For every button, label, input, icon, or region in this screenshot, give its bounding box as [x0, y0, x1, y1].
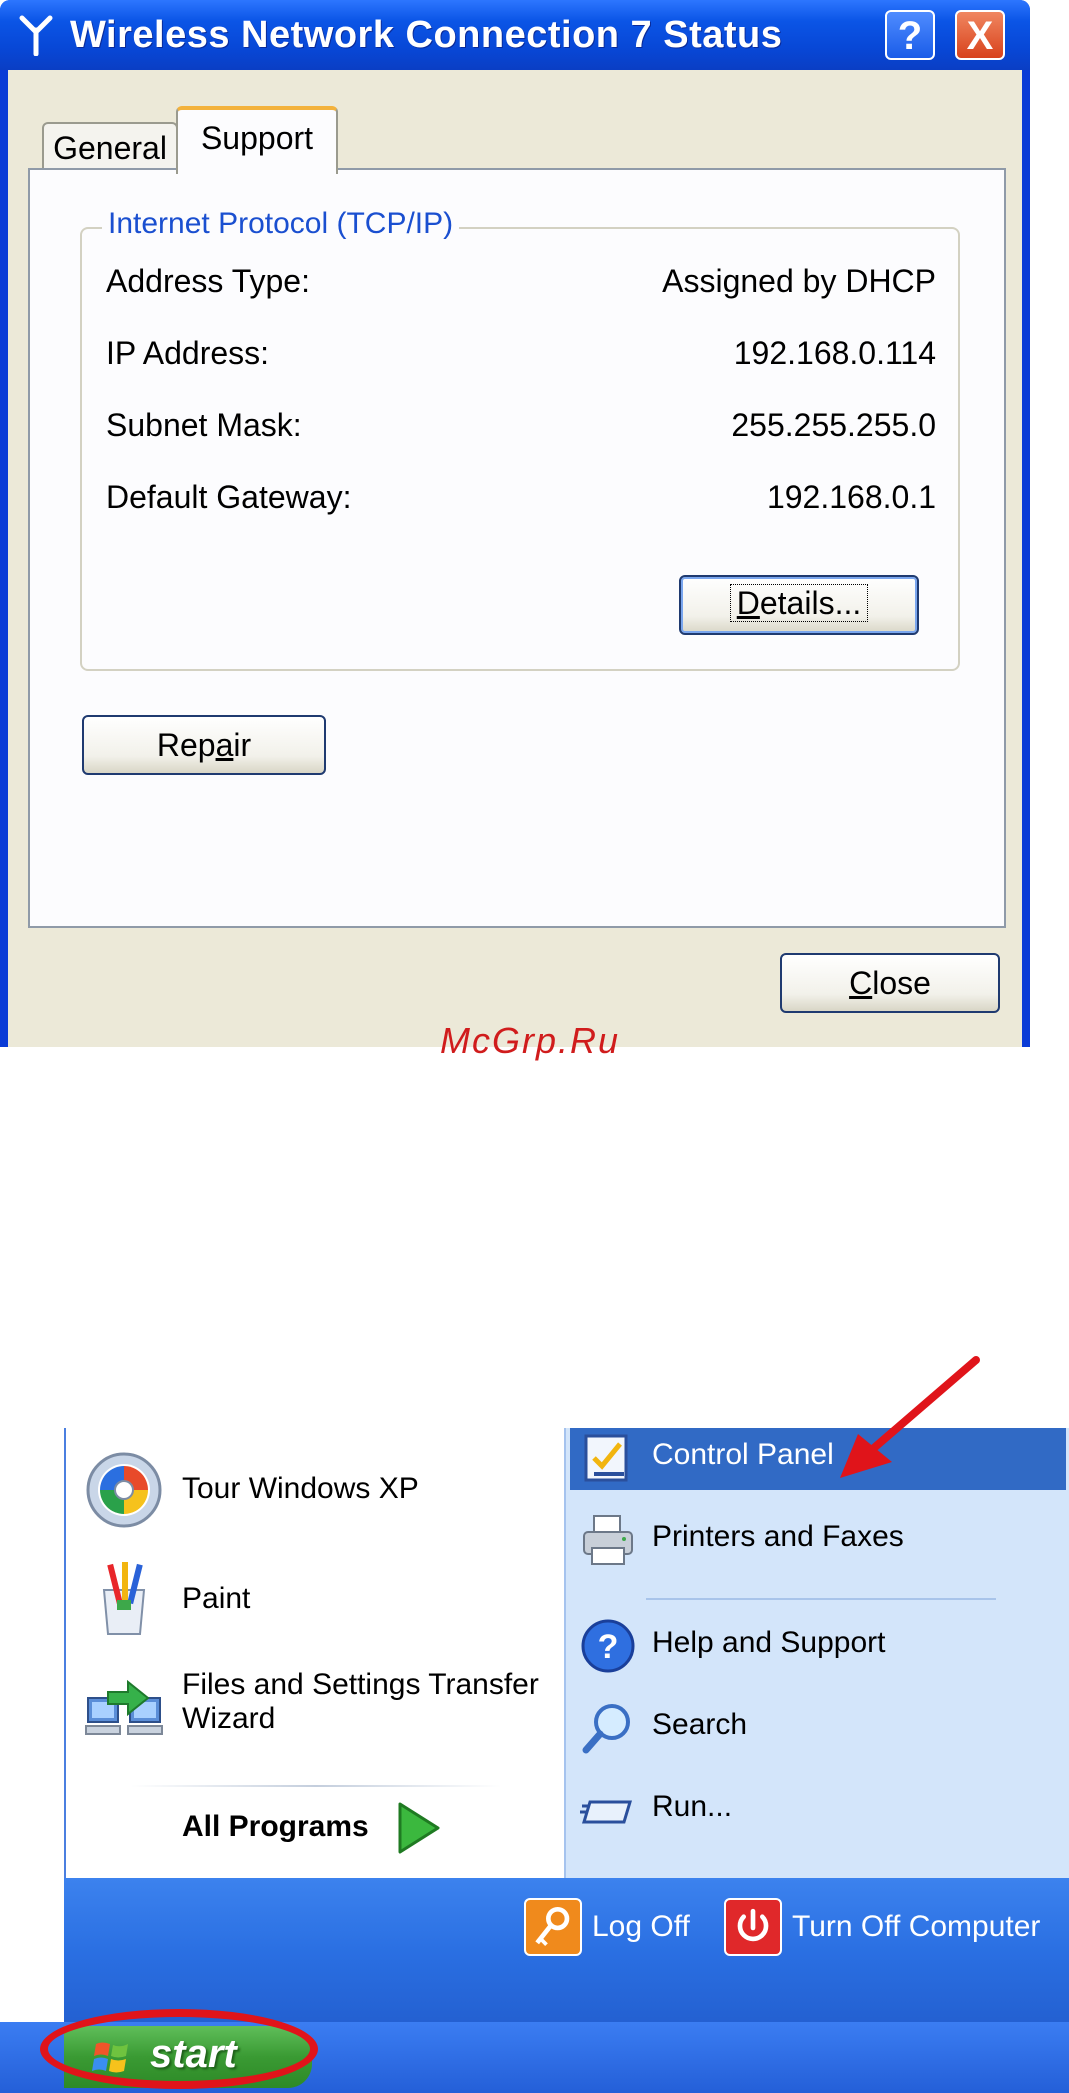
menu-separator — [131, 1785, 501, 1787]
menu-item-label: Help and Support — [652, 1626, 886, 1659]
all-programs-button[interactable]: All Programs — [182, 1810, 369, 1844]
groupbox-title: Internet Protocol (TCP/IP) — [102, 207, 460, 241]
status-dialog: Wireless Network Connection 7 Status ? X… — [0, 0, 1030, 1047]
run-icon — [580, 1800, 633, 1824]
power-icon — [724, 1898, 782, 1956]
support-tab-panel: Internet Protocol (TCP/IP) Address Type:… — [28, 168, 1006, 928]
search-icon — [582, 1704, 630, 1754]
tab-support[interactable]: Support — [176, 106, 338, 174]
close-button[interactable]: Close — [780, 953, 1000, 1013]
menu-item-label-line2: Wizard — [182, 1702, 276, 1735]
menu-separator — [646, 1598, 996, 1600]
subnet-mask-label: Subnet Mask: — [106, 407, 302, 443]
start-menu-left-pane: Tour Windows XP Paint Files and Settings… — [64, 1428, 564, 1878]
svg-text:?: ? — [598, 1628, 619, 1666]
ip-address-value: 192.168.0.114 — [733, 335, 936, 371]
ip-address-label: IP Address: — [106, 335, 270, 371]
start-menu: Tour Windows XP Paint Files and Settings… — [64, 1428, 1069, 2028]
window-title: Wireless Network Connection 7 Status — [70, 14, 783, 56]
menu-item-label: Search — [652, 1708, 748, 1741]
tcpip-groupbox: Internet Protocol (TCP/IP) Address Type:… — [80, 207, 960, 671]
help-button[interactable]: ? — [885, 10, 935, 60]
dialog-client-area: General Support Internet Protocol (TCP/I… — [8, 70, 1022, 1047]
turn-off-label: Turn Off Computer — [792, 1910, 1041, 1943]
title-bar[interactable]: Wireless Network Connection 7 Status ? X — [0, 0, 1030, 70]
start-menu-footer: Log Off Turn Off Computer — [64, 1878, 1069, 2028]
transfer-wizard-icon — [85, 1679, 163, 1735]
menu-item-label: Printers and Faxes — [652, 1520, 904, 1553]
watermark: McGrp.Ru — [440, 1020, 621, 1061]
key-icon — [524, 1898, 582, 1956]
log-off-label: Log Off — [592, 1910, 690, 1943]
address-type-value: Assigned by DHCP — [662, 263, 936, 299]
repair-button[interactable]: Repair — [82, 715, 326, 775]
all-programs-arrow-icon[interactable] — [396, 1800, 442, 1856]
menu-item-label: Control Panel — [652, 1438, 834, 1471]
subnet-mask-value: 255.255.255.0 — [731, 407, 936, 443]
menu-item-label: Run... — [652, 1790, 733, 1823]
address-type-label: Address Type: — [106, 263, 310, 299]
red-pointer-arrow-icon — [840, 1356, 980, 1478]
paint-icon — [102, 1562, 146, 1635]
tour-windows-icon — [86, 1452, 162, 1528]
close-window-button[interactable]: X — [955, 10, 1005, 60]
menu-item-label: Files and Settings Transfer — [182, 1668, 539, 1701]
default-gateway-value: 192.168.0.1 — [766, 479, 936, 515]
default-gateway-label: Default Gateway: — [106, 479, 352, 515]
printer-icon — [583, 1515, 633, 1565]
wireless-antenna-icon — [19, 15, 53, 56]
menu-item-label: Tour Windows XP — [182, 1472, 419, 1505]
start-highlight-ellipse — [40, 2009, 318, 2089]
details-button[interactable]: Details... — [679, 575, 919, 635]
tab-general[interactable]: General — [42, 122, 178, 172]
help-icon: ? — [581, 1619, 635, 1673]
start-menu-right-pane: Control Panel Printers and Faxes ? Help … — [564, 1428, 1069, 1878]
control-panel-icon — [584, 1434, 628, 1482]
menu-item-label: Paint — [182, 1582, 251, 1615]
